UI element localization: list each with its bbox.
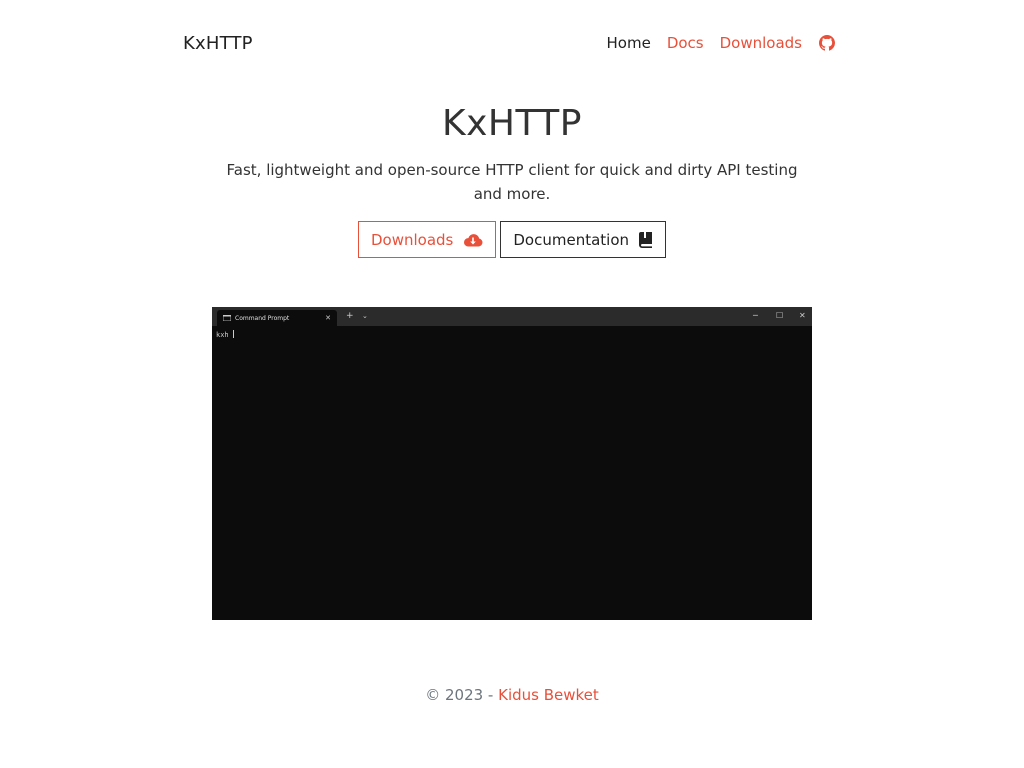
terminal-titlebar: Command Prompt ✕ + ⌄ ─ ☐ ✕ xyxy=(212,307,812,326)
nav-links: Home Docs Downloads xyxy=(607,34,836,52)
brand-link[interactable]: KxHTTP xyxy=(183,33,253,54)
terminal-tab: Command Prompt ✕ xyxy=(217,310,337,326)
nav-link-home[interactable]: Home xyxy=(607,34,651,52)
footer: © 2023 - Kidus Bewket xyxy=(0,686,1024,704)
page-title: KxHTTP xyxy=(441,103,583,144)
author-link[interactable]: Kidus Bewket xyxy=(498,686,599,704)
book-icon xyxy=(639,231,653,248)
nav-link-downloads[interactable]: Downloads xyxy=(720,34,802,52)
close-window-icon: ✕ xyxy=(799,311,806,320)
page-subtitle: Fast, lightweight and open-source HTTP c… xyxy=(226,161,798,203)
minimize-icon: ─ xyxy=(753,311,758,320)
navbar: KxHTTP Home Docs Downloads xyxy=(0,0,1024,88)
downloads-button-label: Downloads xyxy=(370,230,454,249)
documentation-button[interactable]: Documentation xyxy=(500,221,667,258)
documentation-button-label: Documentation xyxy=(513,230,630,249)
maximize-icon: ☐ xyxy=(776,311,784,320)
tab-close-icon: ✕ xyxy=(325,314,331,322)
command-prompt-icon xyxy=(223,315,231,321)
prompt-text: kxh xyxy=(216,331,229,339)
nav-link-docs[interactable]: Docs xyxy=(667,34,704,52)
tab-dropdown-icon: ⌄ xyxy=(362,312,368,320)
terminal-tab-title: Command Prompt xyxy=(235,314,290,322)
cursor-caret xyxy=(232,330,234,338)
footer-copyright: © 2023 - xyxy=(425,686,499,704)
terminal-prompt: kxh xyxy=(216,330,234,339)
terminal-screenshot: Command Prompt ✕ + ⌄ ─ ☐ ✕ kxh xyxy=(212,307,812,620)
cloud-download-icon xyxy=(464,233,483,246)
github-icon[interactable] xyxy=(818,34,836,52)
new-tab-icon: + xyxy=(346,311,354,321)
hero-buttons: Downloads Documentation xyxy=(0,221,1024,258)
downloads-button[interactable]: Downloads xyxy=(357,221,497,258)
